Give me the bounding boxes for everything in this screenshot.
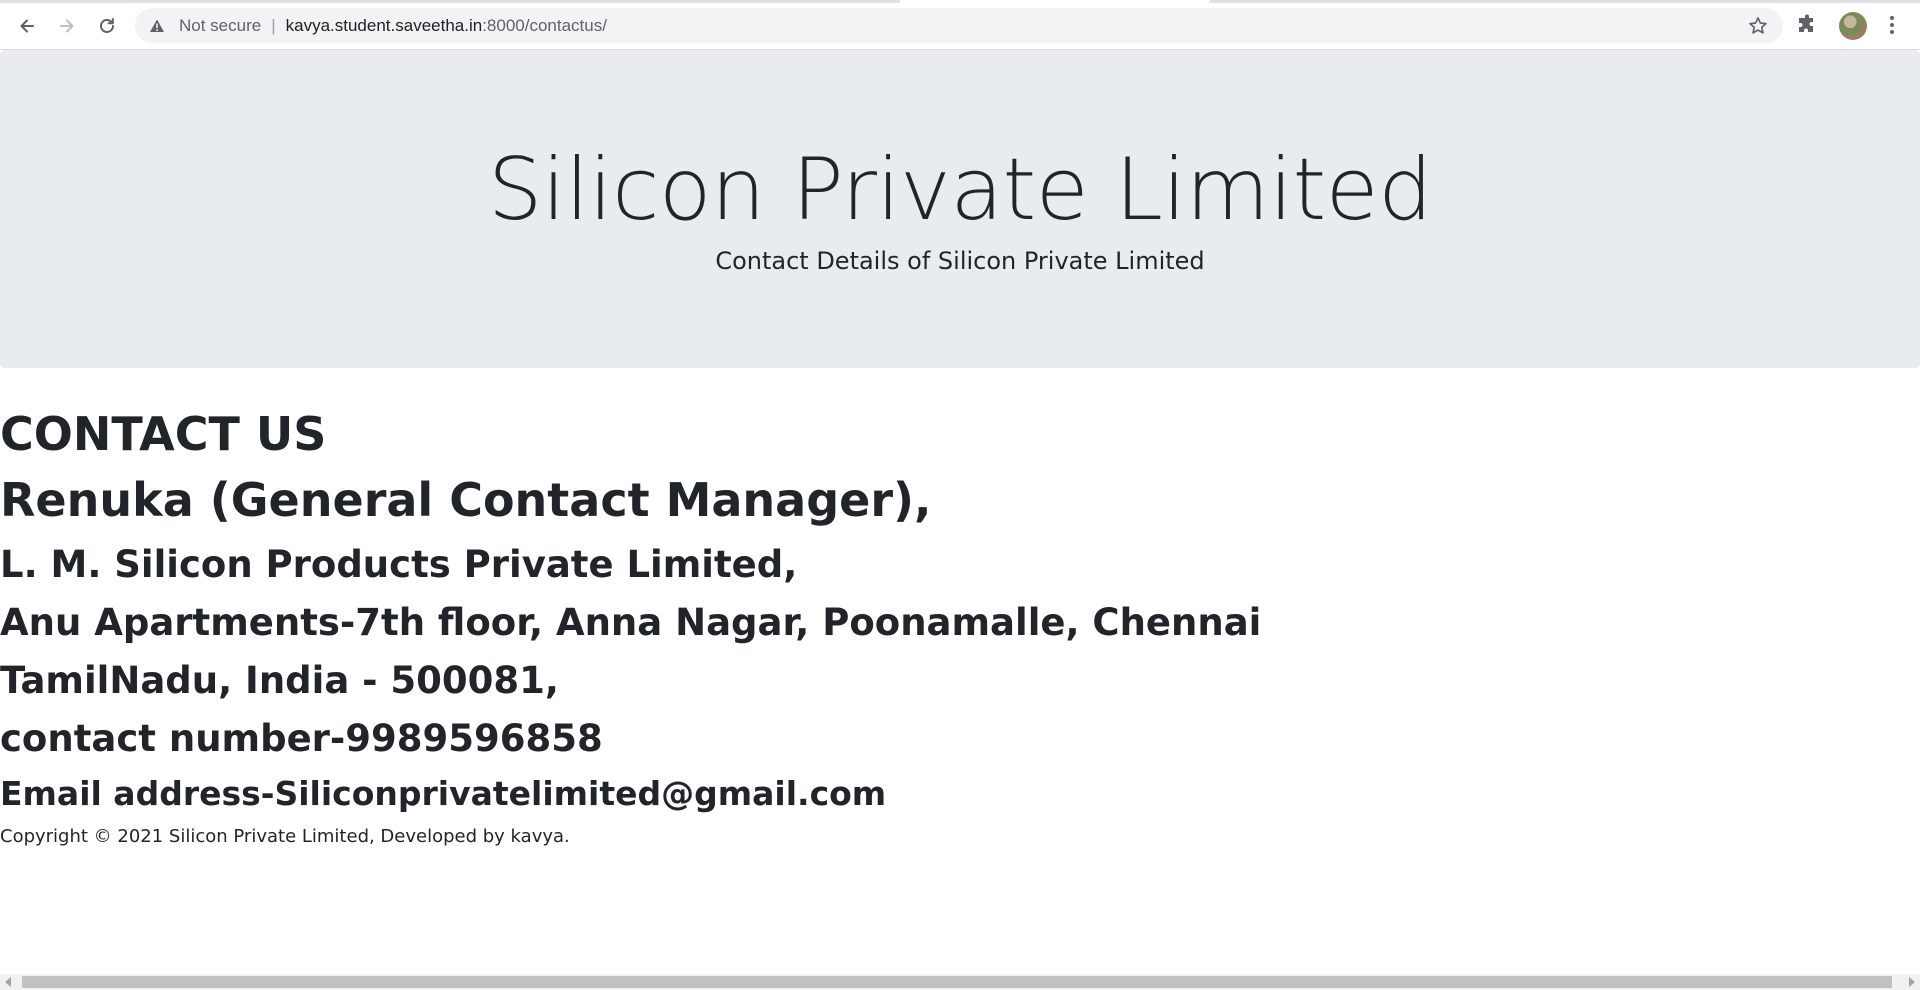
warning-icon[interactable]	[149, 17, 167, 35]
forward-arrow-icon	[60, 19, 74, 33]
browser-toolbar: Not secure | kavya.student.saveetha.in:8…	[0, 0, 1920, 50]
back-button[interactable]	[11, 10, 43, 42]
jumbotron-header: Silicon Private Limited Contact Details …	[0, 50, 1920, 368]
contact-heading: CONTACT US	[0, 407, 327, 461]
security-status-label[interactable]: Not secure	[179, 16, 261, 36]
contact-section: CONTACT US Renuka (General Contact Manag…	[0, 404, 1261, 854]
tab-strip-edge	[0, 0, 900, 3]
url-host: kavya.student.saveetha.in	[285, 15, 483, 35]
copyright-footer: Copyright © 2021 Silicon Private Limited…	[0, 826, 570, 847]
kebab-menu-icon[interactable]	[1882, 13, 1902, 37]
url-text[interactable]: kavya.student.saveetha.in:8000/contactus…	[286, 16, 607, 36]
address-bar[interactable]: Not secure | kavya.student.saveetha.in:8…	[135, 8, 1783, 43]
page-title: Silicon Private Limited	[487, 140, 1433, 240]
page-content: Silicon Private Limited Contact Details …	[0, 50, 1920, 974]
contact-manager: Renuka (General Contact Manager),	[0, 473, 932, 527]
back-arrow-icon	[20, 19, 34, 33]
company-name: L. M. Silicon Products Private Limited,	[0, 543, 798, 586]
page-subtitle: Contact Details of Silicon Private Limit…	[715, 247, 1205, 275]
contact-number: contact number-9989596858	[0, 717, 603, 760]
state-country-pincode: TamilNadu, India - 500081,	[0, 659, 559, 702]
email-address: Email address-Siliconprivatelimited@gmai…	[0, 774, 887, 813]
star-icon[interactable]	[1747, 15, 1769, 37]
street-address: Anu Apartments-7th floor, Anna Nagar, Po…	[0, 601, 1262, 644]
puzzle-extension-icon[interactable]	[1796, 13, 1820, 37]
profile-avatar[interactable]	[1839, 12, 1867, 40]
horizontal-scrollbar[interactable]	[0, 974, 1920, 990]
security-separator: |	[271, 15, 276, 35]
url-path: :8000/contactus/	[482, 15, 607, 35]
forward-button[interactable]	[51, 10, 83, 42]
scroll-right-arrow[interactable]	[1909, 977, 1915, 987]
scrollbar-thumb[interactable]	[22, 976, 1892, 988]
scroll-left-arrow[interactable]	[5, 977, 11, 987]
tab-strip-edge	[1210, 0, 1920, 3]
reload-icon	[100, 18, 114, 33]
reload-button[interactable]	[91, 10, 123, 42]
